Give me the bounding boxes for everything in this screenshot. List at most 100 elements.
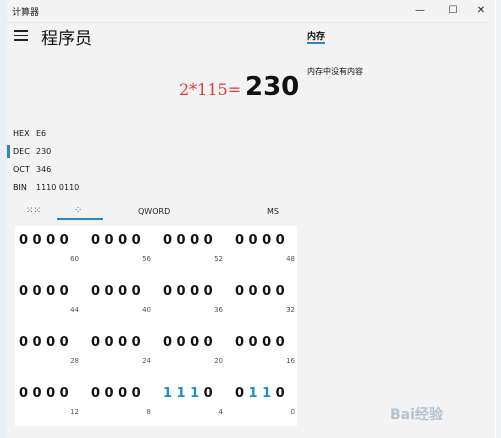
bit-values: 1110 [163, 386, 217, 401]
bit-position-label: 52 [214, 255, 223, 263]
bit-position-label: 16 [286, 357, 295, 365]
word-size-button[interactable]: QWORD [138, 207, 170, 216]
bit-values: 0110 [235, 386, 289, 401]
hamburger-menu-icon[interactable] [14, 30, 28, 42]
bit-toggle[interactable]: 0 [118, 233, 132, 248]
bit-toggle[interactable]: 0 [190, 335, 204, 350]
bit-toggle[interactable]: 0 [105, 233, 119, 248]
bit-toggle[interactable]: 0 [132, 386, 146, 401]
background-window-edge-right [496, 0, 501, 438]
bit-toggle[interactable]: 0 [204, 284, 218, 299]
bit-toggle[interactable]: 0 [177, 335, 191, 350]
bit-toggle[interactable]: 0 [19, 335, 33, 350]
minimize-button[interactable]: — [407, 3, 433, 19]
bit-toggle[interactable]: 0 [204, 233, 218, 248]
bit-toggle[interactable]: 0 [46, 233, 60, 248]
bit-toggle[interactable]: 0 [132, 284, 146, 299]
bit-toggle[interactable]: 0 [132, 233, 146, 248]
bit-toggle[interactable]: 1 [177, 386, 191, 401]
bit-group: 0000 20 [163, 335, 223, 375]
radix-selected-indicator [7, 145, 10, 158]
memory-empty-message: 内存中没有内容 [307, 67, 363, 76]
bit-toggle[interactable]: 0 [235, 284, 249, 299]
bit-toggle[interactable]: 0 [276, 386, 290, 401]
bit-toggle[interactable]: 0 [204, 386, 218, 401]
bit-toggle[interactable]: 0 [19, 233, 33, 248]
calculator-window: 计算器 — ☐ ✕ 程序员 2*115= 230 HEX E6 DEC 230 OCT 3… [7, 0, 495, 438]
title-bar[interactable]: 计算器 — ☐ ✕ [7, 0, 495, 23]
radix-row-dec[interactable]: DEC 230 [7, 143, 127, 161]
radix-row-bin[interactable]: BIN 1110 0110 [7, 179, 127, 197]
bit-toggle[interactable]: 0 [60, 284, 74, 299]
bit-toggle[interactable]: 0 [276, 233, 290, 248]
bit-toggle[interactable]: 0 [33, 386, 47, 401]
memory-tab[interactable]: 内存 [307, 29, 325, 42]
bit-toggle-icon[interactable]: ⁘ [74, 205, 82, 216]
bit-toggle[interactable]: 0 [163, 284, 177, 299]
bit-toggle[interactable]: 0 [249, 233, 263, 248]
bit-toggle[interactable]: 0 [262, 335, 276, 350]
bit-toggle[interactable]: 1 [262, 386, 276, 401]
bit-position-label: 44 [70, 306, 79, 314]
bit-toggle[interactable]: 0 [163, 233, 177, 248]
bit-toggle[interactable]: 1 [163, 386, 177, 401]
scrollbar-track[interactable] [489, 22, 495, 438]
radix-row-hex[interactable]: HEX E6 [7, 125, 127, 143]
bit-toggle[interactable]: 0 [33, 284, 47, 299]
memory-store-button[interactable]: MS [267, 207, 279, 216]
bit-toggle[interactable]: 0 [46, 284, 60, 299]
bit-toggle[interactable]: 0 [235, 233, 249, 248]
bit-toggle[interactable]: 0 [190, 233, 204, 248]
bit-toggle[interactable]: 0 [60, 386, 74, 401]
keypad-icon[interactable]: ⁙⁙ [26, 206, 41, 216]
bit-toggle[interactable]: 0 [118, 284, 132, 299]
bit-values: 0000 [19, 284, 73, 299]
bit-toggle[interactable]: 1 [249, 386, 263, 401]
bit-toggle[interactable]: 0 [91, 335, 105, 350]
bit-toggle[interactable]: 0 [249, 284, 263, 299]
bit-group: 0000 52 [163, 233, 223, 273]
bit-position-label: 0 [290, 408, 295, 416]
bit-toggle[interactable]: 0 [19, 386, 33, 401]
bit-toggle[interactable]: 0 [276, 284, 290, 299]
bit-toggle[interactable]: 0 [91, 386, 105, 401]
bit-toggle[interactable]: 0 [46, 386, 60, 401]
bit-position-label: 4 [218, 408, 223, 416]
bit-toggle[interactable]: 0 [204, 335, 218, 350]
bit-toggle[interactable]: 0 [91, 233, 105, 248]
bit-toggle[interactable]: 0 [105, 335, 119, 350]
bit-toggle[interactable]: 0 [132, 335, 146, 350]
bit-toggle[interactable]: 0 [46, 335, 60, 350]
memory-tab-underline [307, 42, 325, 44]
bit-toggle[interactable]: 0 [105, 386, 119, 401]
bit-toggle[interactable]: 0 [235, 335, 249, 350]
bit-group: 0000 56 [91, 233, 151, 273]
bit-toggle[interactable]: 0 [235, 386, 249, 401]
bit-toggle[interactable]: 0 [105, 284, 119, 299]
bit-toggle[interactable]: 0 [118, 386, 132, 401]
bit-toggle[interactable]: 0 [118, 335, 132, 350]
bit-toggle[interactable]: 0 [33, 335, 47, 350]
bit-toggle[interactable]: 0 [60, 335, 74, 350]
bit-toggle[interactable]: 0 [60, 233, 74, 248]
bit-toggle[interactable]: 0 [276, 335, 290, 350]
bit-group: 0000 60 [19, 233, 79, 273]
bit-group: 0000 8 [91, 386, 151, 426]
bit-toggle[interactable]: 0 [91, 284, 105, 299]
bit-position-label: 24 [142, 357, 151, 365]
bit-toggle[interactable]: 0 [163, 335, 177, 350]
bit-position-label: 8 [146, 408, 151, 416]
bit-toggle[interactable]: 0 [262, 284, 276, 299]
bit-toggle[interactable]: 0 [33, 233, 47, 248]
bit-toggle[interactable]: 0 [177, 284, 191, 299]
bit-toggle[interactable]: 0 [190, 284, 204, 299]
bit-toggle-panel: 0000 60 0000 56 0000 52 0000 48 0000 44 0000 40 0000… [15, 226, 297, 426]
bit-toggle[interactable]: 1 [190, 386, 204, 401]
bit-toggle[interactable]: 0 [177, 233, 191, 248]
bit-toggle[interactable]: 0 [249, 335, 263, 350]
maximize-button[interactable]: ☐ [440, 3, 466, 19]
bit-toggle[interactable]: 0 [262, 233, 276, 248]
radix-row-oct[interactable]: OCT 346 [7, 161, 127, 179]
close-button[interactable]: ✕ [468, 3, 494, 19]
bit-toggle[interactable]: 0 [19, 284, 33, 299]
